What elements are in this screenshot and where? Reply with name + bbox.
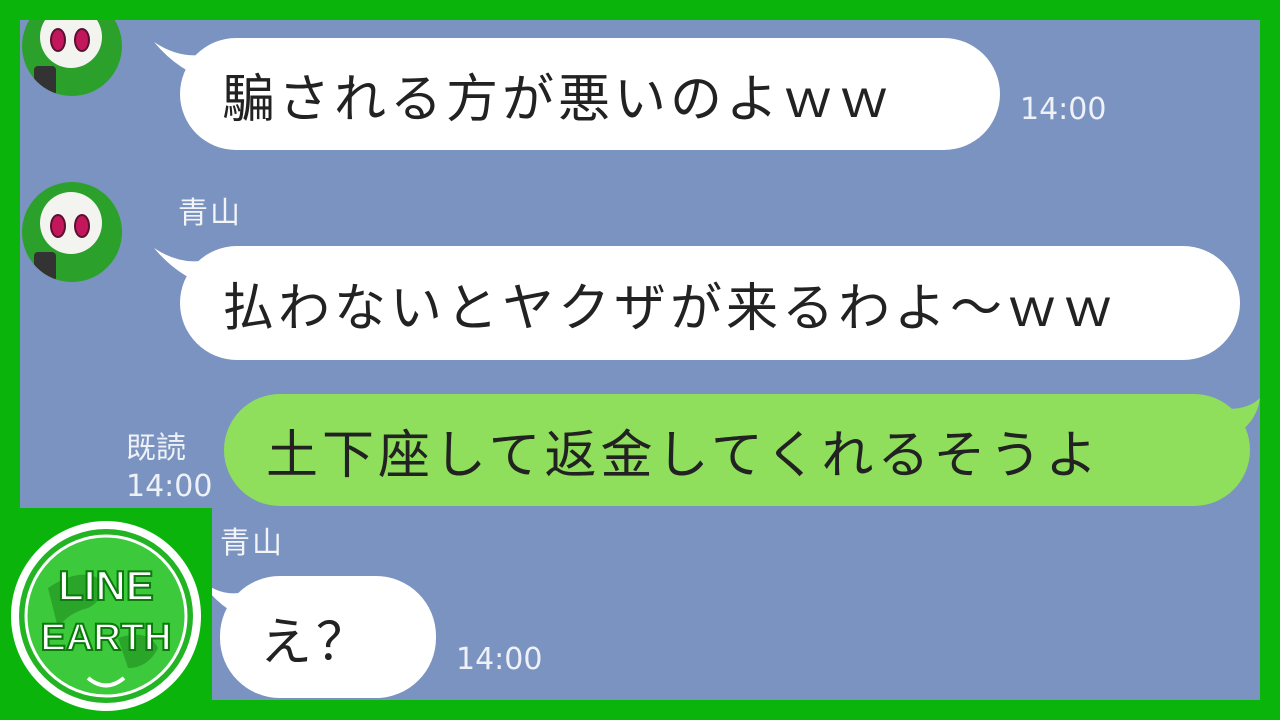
- channel-logo: LINE EARTH: [0, 508, 212, 720]
- logo-line1: LINE: [58, 562, 154, 609]
- bubble-tail-icon: [1216, 398, 1260, 442]
- message-text: え？: [260, 612, 373, 673]
- read-label: 既読: [126, 431, 186, 466]
- avatar-face-icon: [40, 20, 102, 68]
- message-text: 騙される方が悪いのよｗｗ: [222, 69, 895, 130]
- message-time: 14:00: [456, 642, 543, 677]
- sender-avatar[interactable]: [22, 20, 122, 96]
- read-receipt: 既読 14:00: [126, 430, 212, 506]
- sender-name: 青山: [178, 196, 242, 231]
- message-bubble[interactable]: 払わないとヤクザが来るわよ〜ｗｗ: [180, 246, 1240, 360]
- sender-avatar[interactable]: [22, 182, 122, 282]
- message-time: 14:00: [126, 469, 213, 504]
- earth-logo-icon: LINE EARTH: [11, 521, 201, 711]
- logo-line2: EARTH: [41, 617, 172, 659]
- message-bubble[interactable]: 騙される方が悪いのよｗｗ: [180, 38, 1000, 150]
- message-text: 土下座して返金してくれるそうよ: [266, 425, 1102, 486]
- avatar-face-icon: [40, 192, 102, 254]
- phone-icon: [34, 66, 56, 96]
- message-time: 14:00: [1020, 92, 1107, 127]
- sender-name: 青山: [220, 526, 284, 561]
- message-bubble[interactable]: え？: [220, 576, 436, 698]
- phone-icon: [34, 252, 56, 282]
- message-bubble[interactable]: 土下座して返金してくれるそうよ: [224, 394, 1250, 506]
- message-text: 払わないとヤクザが来るわよ〜ｗｗ: [222, 278, 1119, 339]
